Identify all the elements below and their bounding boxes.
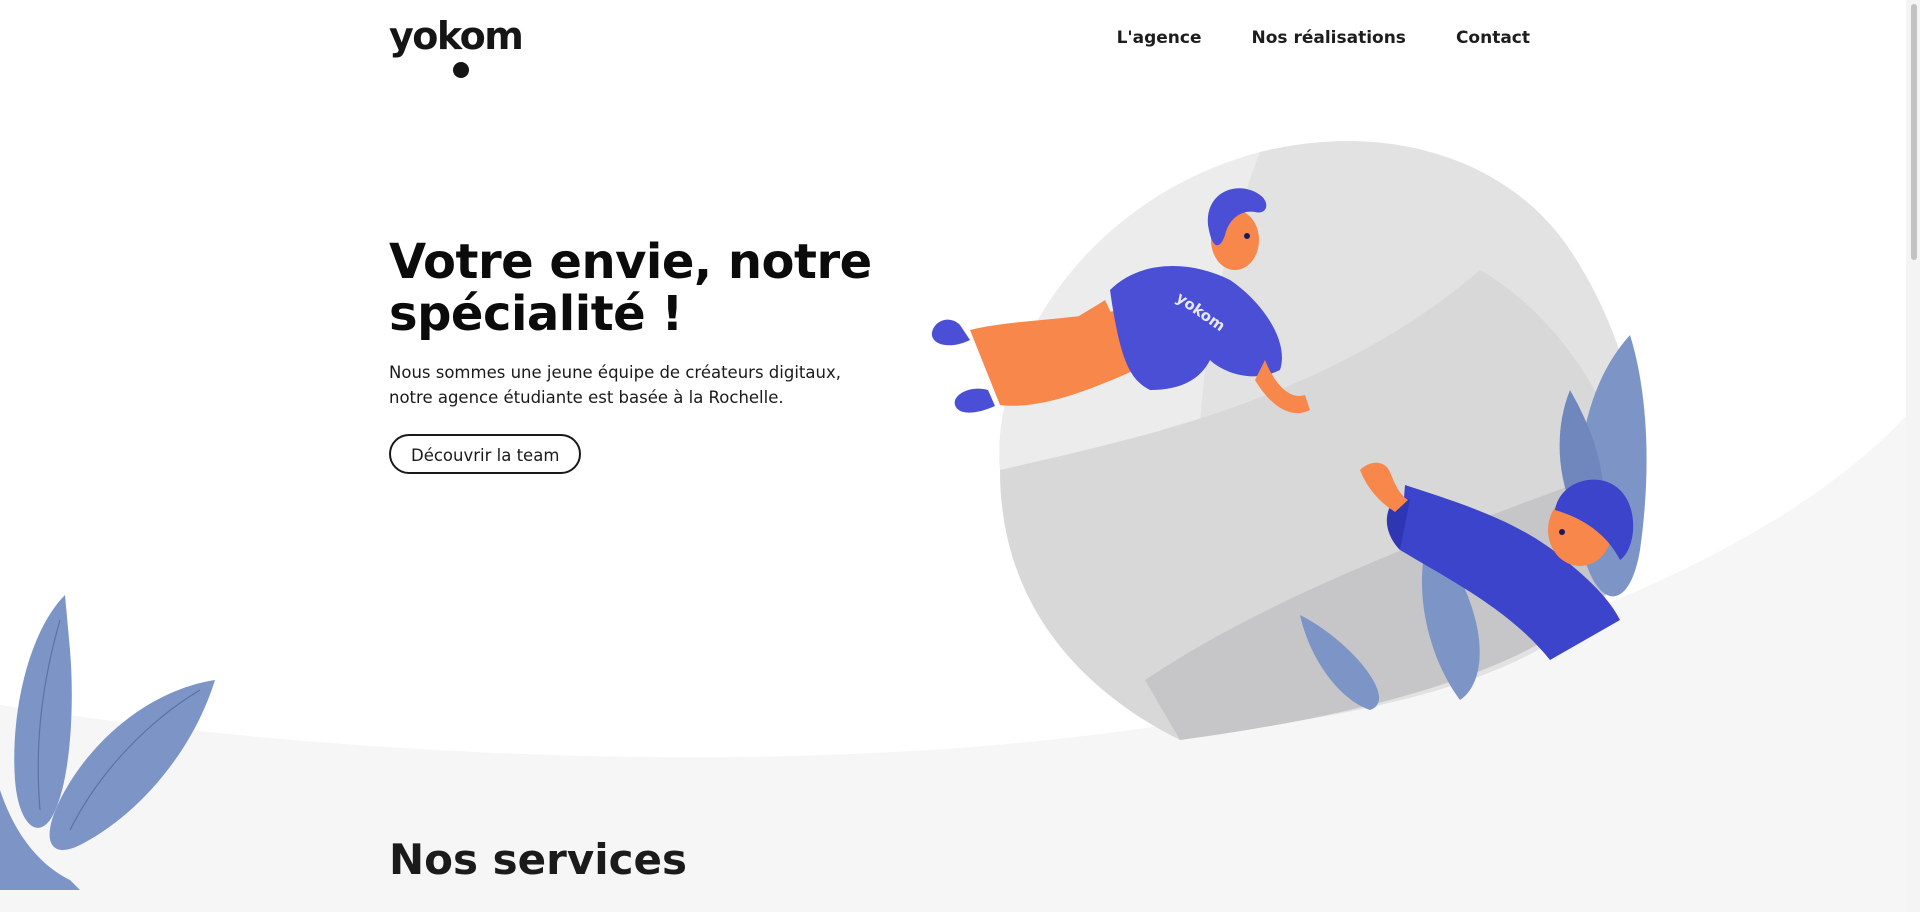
nav-link-agence[interactable]: L'agence: [1117, 26, 1202, 50]
page-scrollbar[interactable]: [1906, 0, 1920, 912]
hero-description: Nous sommes une jeune équipe de créateur…: [389, 363, 841, 407]
logo[interactable]: yokom: [389, 14, 524, 78]
page: yokom L'agence Nos réalisations Contact …: [0, 0, 1920, 912]
hero-section: Votre envie, notre spécialité ! Nous som…: [389, 236, 909, 474]
hero-title: Votre envie, notre spécialité !: [389, 234, 872, 342]
leaf-decoration-icon: [0, 595, 215, 890]
nav-link-realisations[interactable]: Nos réalisations: [1252, 26, 1406, 50]
logo-text: yokom: [389, 14, 524, 58]
scrollbar-thumb[interactable]: [1911, 4, 1917, 260]
hero-illustration: yokom: [931, 141, 1647, 740]
site-header: yokom L'agence Nos réalisations Contact: [0, 0, 1920, 80]
discover-team-button[interactable]: Découvrir la team: [389, 434, 582, 474]
logo-dot-icon: [453, 62, 469, 78]
nav-link-contact[interactable]: Contact: [1456, 26, 1530, 50]
main-nav: L'agence Nos réalisations Contact: [1117, 26, 1530, 50]
services-title: Nos services: [389, 835, 687, 884]
